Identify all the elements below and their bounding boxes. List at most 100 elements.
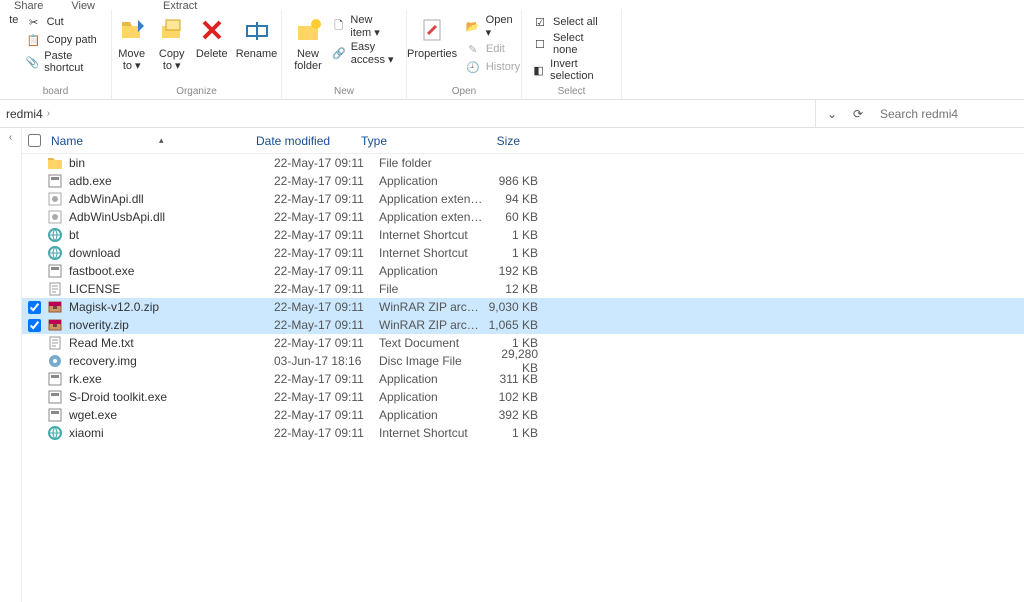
file-date: 22-May-17 09:11 — [274, 228, 379, 242]
file-row[interactable]: LICENSE22-May-17 09:11File12 KB — [22, 280, 1024, 298]
breadcrumb[interactable]: redmi4 › — [0, 100, 816, 127]
refresh-button[interactable]: ⟳ — [848, 104, 868, 124]
file-row[interactable]: bt22-May-17 09:11Internet Shortcut1 KB — [22, 226, 1024, 244]
tab-extract[interactable]: Extract — [149, 0, 211, 10]
file-date: 22-May-17 09:11 — [274, 264, 379, 278]
paste-shortcut-button[interactable]: 📎Paste shortcut — [26, 50, 101, 74]
file-type: Internet Shortcut — [379, 246, 484, 260]
exe-icon — [47, 407, 63, 423]
select-all-button[interactable]: ☑Select all — [532, 14, 611, 30]
invert-selection-button[interactable]: ◧Invert selection — [532, 58, 611, 82]
row-checkbox[interactable] — [28, 301, 41, 314]
shortcut-icon: 📎 — [26, 54, 40, 70]
select-all-icon: ☑ — [532, 14, 548, 30]
file-size: 1 KB — [484, 228, 544, 242]
new-folder-button[interactable]: New folder — [288, 12, 328, 74]
easy-access-button[interactable]: 🔗Easy access ▾ — [332, 41, 396, 66]
file-size: 94 KB — [484, 192, 544, 206]
file-date: 22-May-17 09:11 — [274, 282, 379, 296]
exe-icon — [47, 173, 63, 189]
ribbon-group-open: Properties 📂Open ▾ ✎Edit 🕘History Open — [407, 10, 522, 99]
properties-button[interactable]: Properties — [403, 12, 461, 62]
file-name: rk.exe — [69, 372, 274, 386]
select-none-button[interactable]: ☐Select none — [532, 32, 611, 56]
rename-button[interactable]: Rename — [232, 12, 282, 62]
new-folder-icon — [292, 14, 324, 46]
file-row[interactable]: S-Droid toolkit.exe22-May-17 09:11Applic… — [22, 388, 1024, 406]
paste-button[interactable]: te — [6, 12, 22, 28]
history-icon: 🕘 — [465, 59, 481, 75]
file-list: Name▴ Date modified Type Size bin22-May-… — [22, 128, 1024, 602]
ribbon-group-organize: Move to ▾ Copy to ▾ Delete Rename Organi… — [112, 10, 282, 99]
file-name: bin — [69, 156, 274, 170]
invert-selection-icon: ◧ — [532, 62, 545, 78]
url-icon — [47, 425, 63, 441]
move-to-button[interactable]: Move to ▾ — [112, 12, 152, 74]
file-type: Text Document — [379, 336, 484, 350]
file-date: 22-May-17 09:11 — [274, 426, 379, 440]
file-row[interactable]: wget.exe22-May-17 09:11Application392 KB — [22, 406, 1024, 424]
file-size: 9,030 KB — [484, 300, 544, 314]
file-name: LICENSE — [69, 282, 274, 296]
rename-icon — [241, 14, 273, 46]
file-type: Internet Shortcut — [379, 426, 484, 440]
collapse-nav-icon[interactable]: ‹ — [9, 132, 12, 602]
file-row[interactable]: download22-May-17 09:11Internet Shortcut… — [22, 244, 1024, 262]
copy-path-button[interactable]: 📋Copy path — [26, 32, 101, 48]
file-date: 22-May-17 09:11 — [274, 300, 379, 314]
file-row[interactable]: Magisk-v12.0.zip22-May-17 09:11WinRAR ZI… — [22, 298, 1024, 316]
file-type: Internet Shortcut — [379, 228, 484, 242]
file-row[interactable]: recovery.img03-Jun-17 18:16Disc Image Fi… — [22, 352, 1024, 370]
file-row[interactable]: AdbWinUsbApi.dll22-May-17 09:11Applicati… — [22, 208, 1024, 226]
open-button[interactable]: 📂Open ▾ — [465, 14, 521, 39]
column-header-size[interactable]: Size — [466, 134, 526, 148]
file-name: adb.exe — [69, 174, 274, 188]
ribbon-tabs: Share View Extract — [0, 0, 1024, 10]
file-row[interactable]: adb.exe22-May-17 09:11Application986 KB — [22, 172, 1024, 190]
file-type: Application — [379, 174, 484, 188]
column-header-date[interactable]: Date modified — [256, 134, 361, 148]
file-name: Read Me.txt — [69, 336, 274, 350]
dropdown-history-button[interactable]: ⌄ — [822, 104, 842, 124]
exe-icon — [47, 263, 63, 279]
ribbon-group-select: ☑Select all ☐Select none ◧Invert selecti… — [522, 10, 622, 99]
edit-icon: ✎ — [465, 41, 481, 57]
file-date: 22-May-17 09:11 — [274, 408, 379, 422]
tab-view[interactable]: View — [57, 0, 109, 10]
tab-share[interactable]: Share — [0, 0, 57, 10]
file-type: Application — [379, 408, 484, 422]
scissors-icon: ✂ — [26, 14, 42, 30]
breadcrumb-folder[interactable]: redmi4 — [6, 107, 43, 121]
file-row[interactable]: rk.exe22-May-17 09:11Application311 KB — [22, 370, 1024, 388]
move-icon — [116, 14, 148, 46]
column-header-name[interactable]: Name▴ — [51, 134, 256, 148]
file-name: Magisk-v12.0.zip — [69, 300, 274, 314]
file-row[interactable]: fastboot.exe22-May-17 09:11Application19… — [22, 262, 1024, 280]
select-all-checkbox[interactable] — [28, 134, 41, 147]
search-input[interactable] — [874, 103, 1024, 125]
group-label-new: New — [282, 86, 406, 97]
file-type: Application extens... — [379, 210, 484, 224]
file-type: Disc Image File — [379, 354, 484, 368]
file-row[interactable]: noverity.zip22-May-17 09:11WinRAR ZIP ar… — [22, 316, 1024, 334]
row-checkbox[interactable] — [28, 319, 41, 332]
copy-to-button[interactable]: Copy to ▾ — [152, 12, 192, 74]
file-type: Application — [379, 372, 484, 386]
file-row[interactable]: bin22-May-17 09:11File folder — [22, 154, 1024, 172]
file-size: 192 KB — [484, 264, 544, 278]
file-row[interactable]: AdbWinApi.dll22-May-17 09:11Application … — [22, 190, 1024, 208]
file-date: 22-May-17 09:11 — [274, 390, 379, 404]
path-icon: 📋 — [26, 32, 42, 48]
column-header-type[interactable]: Type — [361, 134, 466, 148]
cut-button[interactable]: ✂Cut — [26, 14, 101, 30]
dll-icon — [47, 209, 63, 225]
file-size: 986 KB — [484, 174, 544, 188]
file-name: bt — [69, 228, 274, 242]
group-label-open: Open — [407, 86, 521, 97]
delete-button[interactable]: Delete — [192, 12, 232, 62]
txt-icon — [47, 281, 63, 297]
file-row[interactable]: xiaomi22-May-17 09:11Internet Shortcut1 … — [22, 424, 1024, 442]
new-item-button[interactable]: 🗋New item ▾ — [332, 14, 396, 39]
sort-asc-icon: ▴ — [159, 135, 164, 146]
txt-icon — [47, 335, 63, 351]
